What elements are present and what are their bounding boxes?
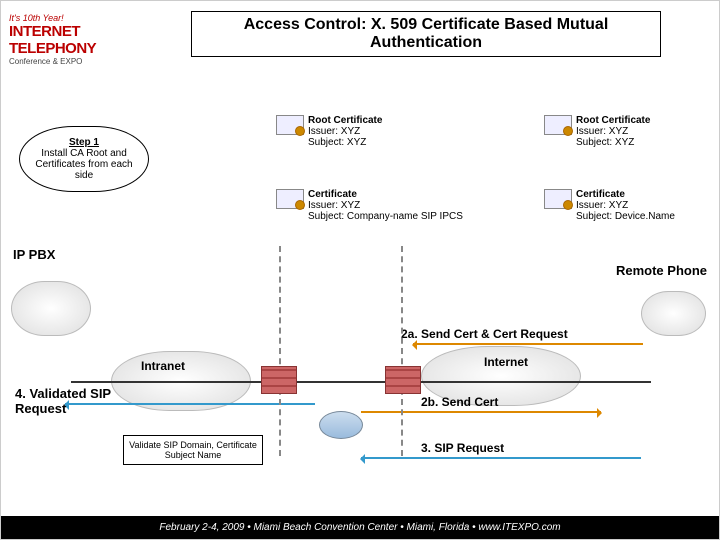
certificate-icon [276, 189, 304, 209]
event-logo: It's 10th Year! INTERNET TELEPHONY Confe… [9, 9, 169, 69]
arrow-2a [413, 343, 643, 345]
label-remote-phone: Remote Phone [616, 263, 707, 278]
firewall-icon [261, 366, 297, 394]
step1-body: Install CA Root and Certificates from ea… [26, 148, 142, 181]
cert-right-leaf: Certificate Issuer: XYZ Subject: Device.… [544, 189, 675, 222]
boundary-line-1 [279, 246, 281, 456]
arrow-3 [361, 457, 641, 459]
flow-2b-label: 2b. Send Cert [421, 395, 498, 409]
logo-sub: Conference & EXPO [9, 57, 169, 66]
certificate-icon [276, 115, 304, 135]
certificate-icon [544, 189, 572, 209]
cert-issuer: Issuer: XYZ [308, 200, 463, 211]
cert-issuer: Issuer: XYZ [576, 126, 650, 137]
cert-issuer: Issuer: XYZ [308, 126, 382, 137]
cert-title: Root Certificate [308, 115, 382, 126]
cert-left-leaf: Certificate Issuer: XYZ Subject: Company… [276, 189, 463, 222]
cert-title: Root Certificate [576, 115, 650, 126]
logo-tag: It's 10th Year! [9, 13, 169, 23]
arrow-2b [361, 411, 601, 413]
footer-text: February 2-4, 2009 • Miami Beach Convent… [1, 516, 719, 539]
network-connection-line [71, 381, 651, 383]
flow-4-label: 4. Validated SIP Request [15, 386, 125, 416]
label-ip-pbx: IP PBX [13, 247, 55, 262]
cert-issuer: Issuer: XYZ [576, 200, 675, 211]
sbc-device-icon [319, 411, 363, 439]
cert-subject: Subject: Device.Name [576, 211, 675, 222]
intranet-label: Intranet [141, 359, 185, 373]
boundary-line-2 [401, 246, 403, 456]
validate-note: Validate SIP Domain, Certificate Subject… [123, 435, 263, 465]
ip-pbx-icon [11, 281, 91, 336]
step1-callout: Step 1 Install CA Root and Certificates … [19, 126, 149, 192]
cert-title: Certificate [308, 189, 463, 200]
cert-right-root: Root Certificate Issuer: XYZ Subject: XY… [544, 115, 650, 148]
cert-subject: Subject: Company-name SIP IPCS [308, 211, 463, 222]
internet-label: Internet [484, 355, 528, 369]
firewall-icon [385, 366, 421, 394]
logo-main: INTERNET TELEPHONY [9, 23, 169, 57]
remote-phone-icon [641, 291, 706, 336]
flow-2a-label: 2a. Send Cert & Cert Request [401, 327, 568, 341]
flow-3-label: 3. SIP Request [421, 441, 504, 455]
cert-subject: Subject: XYZ [576, 137, 650, 148]
page-title: Access Control: X. 509 Certificate Based… [191, 11, 661, 57]
cert-subject: Subject: XYZ [308, 137, 382, 148]
cert-title: Certificate [576, 189, 675, 200]
step1-title: Step 1 [26, 137, 142, 148]
certificate-icon [544, 115, 572, 135]
cert-left-root: Root Certificate Issuer: XYZ Subject: XY… [276, 115, 382, 148]
